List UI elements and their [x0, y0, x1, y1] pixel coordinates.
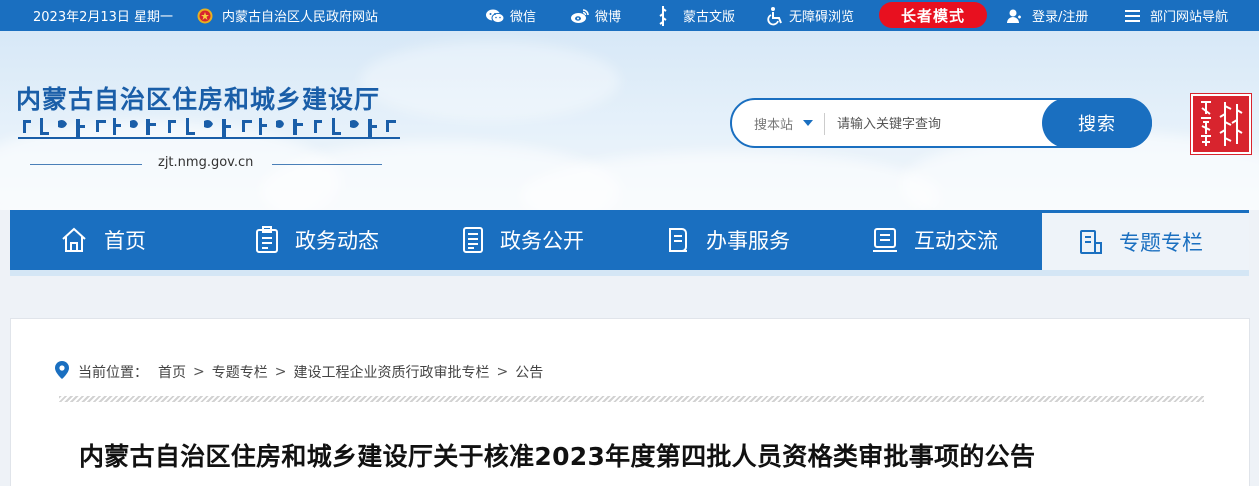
breadcrumb-separator: > [274, 364, 287, 380]
breadcrumb-separator: > [193, 364, 205, 380]
breadcrumb-current[interactable]: 公告 [515, 362, 543, 382]
breadcrumb-home[interactable]: 首页 [158, 362, 186, 382]
gov-site-link[interactable]: 内蒙古自治区人民政府网站 [197, 0, 378, 31]
breadcrumb-special[interactable]: 专题专栏 [212, 362, 268, 382]
special-icon [1080, 229, 1102, 254]
gov-site-label: 内蒙古自治区人民政府网站 [222, 10, 379, 25]
mongolian-title-script [18, 115, 408, 149]
nav-item-news[interactable]: 政务动态 [255, 210, 379, 270]
clipboard-icon [256, 226, 278, 253]
site-domain: zjt.nmg.gov.cn [158, 155, 254, 170]
wechat-icon [485, 8, 505, 24]
mongolian-version-link[interactable]: 蒙古文版 [658, 0, 735, 31]
login-label: 登录/注册 [1032, 10, 1089, 25]
mongolian-seal-icon[interactable] [1190, 93, 1252, 155]
nav-item-label: 办事服务 [706, 229, 790, 253]
search-scope-select[interactable]: 搜本站 [754, 100, 814, 146]
home-icon [62, 227, 86, 252]
search-input[interactable] [837, 110, 1037, 138]
dept-nav-label: 部门网站导航 [1150, 10, 1229, 25]
accessibility-link[interactable]: 无障碍浏览 [766, 0, 854, 31]
wheelchair-icon [766, 6, 784, 26]
elder-mode-button[interactable]: 长者模式 [879, 2, 987, 28]
top-bar: 2023年2月13日 星期一 内蒙古自治区人民政府网站 微信 微博 蒙古文版 无… [0, 0, 1259, 31]
divider-left [30, 164, 142, 165]
wechat-link[interactable]: 微信 [485, 0, 536, 31]
nav-item-interaction[interactable]: 互动交流 [872, 210, 998, 270]
main-nav: 首页 政务动态 政务公开 办事服务 互动交流 专题专栏 [10, 210, 1249, 270]
search-bar: 搜本站 搜索 [730, 98, 1152, 148]
document-icon [463, 227, 483, 253]
nav-item-services[interactable]: 办事服务 [666, 210, 790, 270]
mongolian-script-icon [658, 5, 668, 27]
caret-down-icon [803, 120, 814, 126]
search-button[interactable]: 搜索 [1042, 98, 1152, 148]
nav-item-label: 首页 [104, 229, 146, 253]
nav-item-disclosure[interactable]: 政务公开 [462, 210, 584, 270]
list-icon [1125, 9, 1140, 23]
mongolian-version-label: 蒙古文版 [683, 10, 736, 25]
chat-book-icon [873, 228, 897, 252]
weibo-link[interactable]: 微博 [570, 0, 621, 31]
site-title[interactable]: 内蒙古自治区住房和城乡建设厅 [16, 80, 380, 116]
article-panel: 当前位置： 首页 > 专题专栏 > 建设工程企业资质行政审批专栏 > 公告 内蒙… [10, 318, 1250, 486]
breadcrumb-prefix: 当前位置： [78, 365, 148, 381]
wechat-label: 微信 [510, 10, 537, 25]
nav-item-home[interactable]: 首页 [60, 210, 146, 270]
nav-item-label: 政务动态 [295, 229, 379, 253]
search-scope-label: 搜本站 [754, 117, 794, 133]
weibo-label: 微博 [595, 10, 622, 25]
nav-underline [10, 270, 1249, 276]
nav-item-label: 互动交流 [914, 229, 998, 253]
weibo-icon [570, 8, 590, 24]
breadcrumb: 当前位置： 首页 > 专题专栏 > 建设工程企业资质行政审批专栏 > 公告 [55, 361, 543, 383]
service-icon [669, 228, 687, 252]
login-link[interactable]: 登录/注册 [1006, 0, 1088, 31]
divider-right [272, 164, 382, 165]
hatched-divider [59, 396, 1204, 402]
nav-item-special[interactable]: 专题专栏 [1042, 210, 1249, 270]
dept-nav-link[interactable]: 部门网站导航 [1125, 0, 1228, 31]
user-icon [1006, 8, 1022, 24]
search-divider [824, 113, 825, 135]
emblem-icon [197, 8, 213, 24]
location-pin-icon [55, 361, 69, 383]
nav-item-label: 政务公开 [500, 229, 584, 253]
date-text: 2023年2月13日 星期一 [33, 10, 174, 25]
breadcrumb-separator: > [496, 364, 509, 380]
article-title: 内蒙古自治区住房和城乡建设厅关于核准2023年度第四批人员资格类审批事项的公告 [79, 442, 1036, 471]
accessibility-label: 无障碍浏览 [789, 10, 855, 25]
site-header: 内蒙古自治区住房和城乡建设厅 zjt.nmg.gov.cn 搜本站 请输入关键字… [0, 31, 1259, 210]
breadcrumb-column[interactable]: 建设工程企业资质行政审批专栏 [293, 362, 489, 382]
nav-item-label: 专题专栏 [1119, 230, 1203, 255]
